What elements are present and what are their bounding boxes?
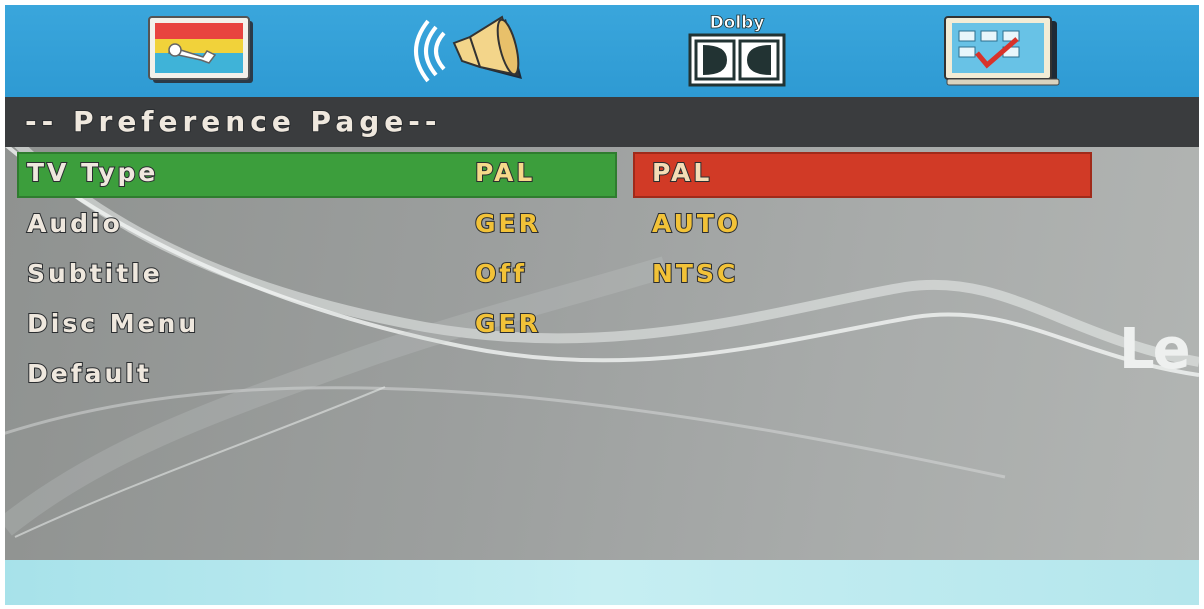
tab-dolby-setup[interactable]: Dolby xyxy=(681,13,793,89)
menu-area: Le TV Type PAL Audio GER Subtitle Off Di… xyxy=(5,147,1199,560)
menu-item-value: GER xyxy=(474,308,541,339)
background-wave-graphic xyxy=(5,147,1199,538)
tab-general-setup[interactable] xyxy=(145,13,261,89)
option-pal[interactable]: PAL xyxy=(651,157,712,188)
top-icon-bar: Dolby xyxy=(5,5,1199,97)
tab-preference[interactable] xyxy=(937,13,1069,89)
menu-item-label: TV Type xyxy=(26,157,159,188)
dvd-osd-screen: Dolby -- Preference Page-- Le TV Type PA… xyxy=(5,5,1199,605)
menu-item-value: GER xyxy=(474,208,541,239)
menu-item-value: Off xyxy=(474,258,528,289)
menu-item-label: Audio xyxy=(26,208,123,239)
menu-item-label: Disc Menu xyxy=(26,308,200,339)
option-ntsc[interactable]: NTSC xyxy=(651,258,738,289)
preference-checklist-icon xyxy=(944,16,1060,86)
title-bar: -- Preference Page-- xyxy=(5,97,1199,147)
dolby-label: Dolby xyxy=(710,13,765,33)
audio-speaker-icon xyxy=(414,15,522,83)
bottom-status-bar xyxy=(5,560,1199,605)
menu-item-label: Subtitle xyxy=(26,258,163,289)
menu-item-value: PAL xyxy=(474,157,536,188)
tab-audio-setup[interactable] xyxy=(410,13,540,89)
menu-item-label: Default xyxy=(26,358,152,389)
general-setup-icon xyxy=(148,16,253,83)
dolby-digital-icon: Dolby xyxy=(688,13,786,87)
watermark-text: Le xyxy=(1119,317,1191,382)
page-title: -- Preference Page-- xyxy=(24,104,442,139)
option-auto[interactable]: AUTO xyxy=(651,208,741,239)
